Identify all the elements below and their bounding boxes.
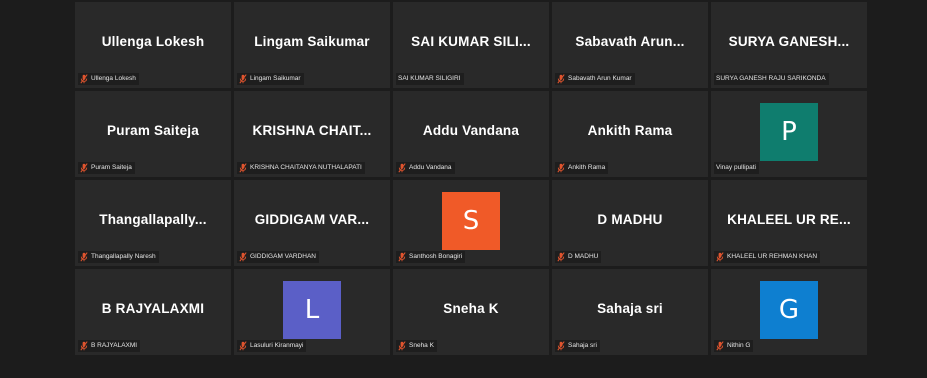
participant-name-label: SAI KUMAR SILIGIRI bbox=[398, 75, 461, 82]
meeting-stage: Ullenga Lokesh Ullenga Lokesh Lingam Saiku… bbox=[0, 0, 927, 378]
participant-name-label: Ullenga Lokesh bbox=[91, 75, 136, 82]
participant-name-label: KHALEEL UR REHMAN KHAN bbox=[727, 253, 818, 260]
participant-name-tag: Thangallapally Naresh bbox=[78, 251, 159, 263]
participant-tile[interactable]: S Santhosh Bonagiri bbox=[393, 180, 549, 266]
participant-tile[interactable]: GIDDIGAM VAR... GIDDIGAM VARDHAN bbox=[234, 180, 390, 266]
participant-tile[interactable]: Ankith Rama Ankith Rama bbox=[552, 91, 708, 177]
participant-name-tag: Lingam Saikumar bbox=[237, 73, 304, 85]
participant-display-name: KRISHNA CHAIT... bbox=[252, 123, 372, 138]
participant-name-tag: Vinay pullipati bbox=[714, 162, 759, 174]
participant-name-label: Lasuluri Kiranmayi bbox=[250, 342, 304, 349]
mic-muted-icon bbox=[239, 252, 247, 262]
participant-avatar: P bbox=[760, 103, 818, 161]
participant-tile[interactable]: Ullenga Lokesh Ullenga Lokesh bbox=[75, 2, 231, 88]
mic-muted-icon bbox=[557, 341, 565, 351]
participant-name-label: Sahaja sri bbox=[568, 342, 597, 349]
participant-name-tag: Nithin G bbox=[714, 340, 754, 352]
participant-name-label: Puram Saiteja bbox=[91, 164, 132, 171]
participant-name-label: Ankith Rama bbox=[568, 164, 606, 171]
participant-tile[interactable]: Lingam Saikumar Lingam Saikumar bbox=[234, 2, 390, 88]
participant-display-name: Ullenga Lokesh bbox=[101, 34, 205, 49]
participant-tile[interactable]: Sneha K Sneha K bbox=[393, 269, 549, 355]
participant-display-name: B RAJYALAXMI bbox=[101, 301, 205, 316]
mic-muted-icon bbox=[716, 252, 724, 262]
mic-muted-icon bbox=[557, 163, 565, 173]
participant-display-name: Puram Saiteja bbox=[107, 123, 199, 138]
participant-display-name: Thangallapally... bbox=[99, 212, 207, 227]
participant-avatar: G bbox=[760, 281, 818, 339]
participant-display-name: GIDDIGAM VAR... bbox=[254, 212, 370, 227]
participant-display-name: Addu Vandana bbox=[422, 123, 520, 138]
participant-name-tag: Addu Vandana bbox=[396, 162, 455, 174]
participant-name-label: Santhosh Bonagiri bbox=[409, 253, 463, 260]
participant-name-tag: KRISHNA CHAITANYA NUTHALAPATI bbox=[237, 162, 365, 174]
mic-muted-icon bbox=[716, 341, 724, 351]
participant-tile[interactable]: Puram Saiteja Puram Saiteja bbox=[75, 91, 231, 177]
participant-tile[interactable]: SAI KUMAR SILI... SAI KUMAR SILIGIRI bbox=[393, 2, 549, 88]
participant-name-tag: Santhosh Bonagiri bbox=[396, 251, 466, 263]
participant-tile[interactable]: L Lasuluri Kiranmayi bbox=[234, 269, 390, 355]
mic-muted-icon bbox=[557, 252, 565, 262]
participant-name-tag: Sahaja sri bbox=[555, 340, 600, 352]
participant-display-name: Sahaja sri bbox=[597, 301, 663, 316]
participant-display-name: Lingam Saikumar bbox=[254, 34, 370, 49]
participant-name-tag: Ullenga Lokesh bbox=[78, 73, 139, 85]
participant-name-label: D MADHU bbox=[568, 253, 599, 260]
participant-name-tag: KHALEEL UR REHMAN KHAN bbox=[714, 251, 821, 263]
participant-tile[interactable]: P Vinay pullipati bbox=[711, 91, 867, 177]
participant-name-label: B RAJYALAXMI bbox=[91, 342, 138, 349]
participant-name-label: GIDDIGAM VARDHAN bbox=[250, 253, 316, 260]
participant-name-label: Addu Vandana bbox=[409, 164, 452, 171]
participant-display-name: KHALEEL UR RE... bbox=[727, 212, 851, 227]
participant-tile[interactable]: Addu Vandana Addu Vandana bbox=[393, 91, 549, 177]
mic-muted-icon bbox=[80, 341, 88, 351]
participant-name-label: Lingam Saikumar bbox=[250, 75, 301, 82]
participant-display-name: SAI KUMAR SILI... bbox=[411, 34, 531, 49]
participant-display-name: SURYA GANESH... bbox=[728, 34, 850, 49]
participant-name-tag: Ankith Rama bbox=[555, 162, 609, 174]
participant-tile[interactable]: SURYA GANESH... SURYA GANESH RAJU SARIKON… bbox=[711, 2, 867, 88]
participant-display-name: Sabavath Arun... bbox=[575, 34, 685, 49]
mic-muted-icon bbox=[80, 163, 88, 173]
participant-tile[interactable]: Thangallapally... Thangallapally Naresh bbox=[75, 180, 231, 266]
participant-name-tag: Lasuluri Kiranmayi bbox=[237, 340, 307, 352]
participant-display-name: D MADHU bbox=[597, 212, 663, 227]
participant-name-tag: Sneha K bbox=[396, 340, 437, 352]
participant-name-label: Thangallapally Naresh bbox=[91, 253, 156, 260]
participant-display-name: Ankith Rama bbox=[587, 123, 673, 138]
mic-muted-icon bbox=[398, 163, 406, 173]
participant-tile[interactable]: Sabavath Arun... Sabavath Arun Kumar bbox=[552, 2, 708, 88]
mic-muted-icon bbox=[398, 341, 406, 351]
mic-muted-icon bbox=[80, 74, 88, 84]
participant-tile[interactable]: KRISHNA CHAIT... KRISHNA CHAITANYA NUTHAL… bbox=[234, 91, 390, 177]
mic-muted-icon bbox=[80, 252, 88, 262]
participant-tile[interactable]: G Nithin G bbox=[711, 269, 867, 355]
mic-muted-icon bbox=[239, 74, 247, 84]
participant-name-tag: GIDDIGAM VARDHAN bbox=[237, 251, 319, 263]
participant-tile[interactable]: KHALEEL UR RE... KHALEEL UR REHMAN KHAN bbox=[711, 180, 867, 266]
participant-name-tag: Puram Saiteja bbox=[78, 162, 135, 174]
participant-name-tag: SAI KUMAR SILIGIRI bbox=[396, 73, 464, 85]
participant-avatar: L bbox=[283, 281, 341, 339]
participant-name-label: KRISHNA CHAITANYA NUTHALAPATI bbox=[250, 164, 362, 171]
participant-tile[interactable]: D MADHU D MADHU bbox=[552, 180, 708, 266]
mic-muted-icon bbox=[398, 252, 406, 262]
participant-name-tag: SURYA GANESH RAJU SARIKONDA bbox=[714, 73, 829, 85]
participant-name-tag: Sabavath Arun Kumar bbox=[555, 73, 635, 85]
participant-name-tag: D MADHU bbox=[555, 251, 602, 263]
mic-muted-icon bbox=[239, 163, 247, 173]
participant-name-tag: B RAJYALAXMI bbox=[78, 340, 141, 352]
mic-muted-icon bbox=[239, 341, 247, 351]
participant-name-label: Sneha K bbox=[409, 342, 434, 349]
participant-tile[interactable]: Sahaja sri Sahaja sri bbox=[552, 269, 708, 355]
participant-name-label: Vinay pullipati bbox=[716, 164, 756, 171]
participant-name-label: Nithin G bbox=[727, 342, 751, 349]
participant-avatar: S bbox=[442, 192, 500, 250]
participant-display-name: Sneha K bbox=[443, 301, 499, 316]
participant-tile[interactable]: B RAJYALAXMI B RAJYALAXMI bbox=[75, 269, 231, 355]
participant-name-label: Sabavath Arun Kumar bbox=[568, 75, 632, 82]
participant-name-label: SURYA GANESH RAJU SARIKONDA bbox=[716, 75, 826, 82]
participant-grid: Ullenga Lokesh Ullenga Lokesh Lingam Saiku… bbox=[75, 2, 868, 355]
mic-muted-icon bbox=[557, 74, 565, 84]
